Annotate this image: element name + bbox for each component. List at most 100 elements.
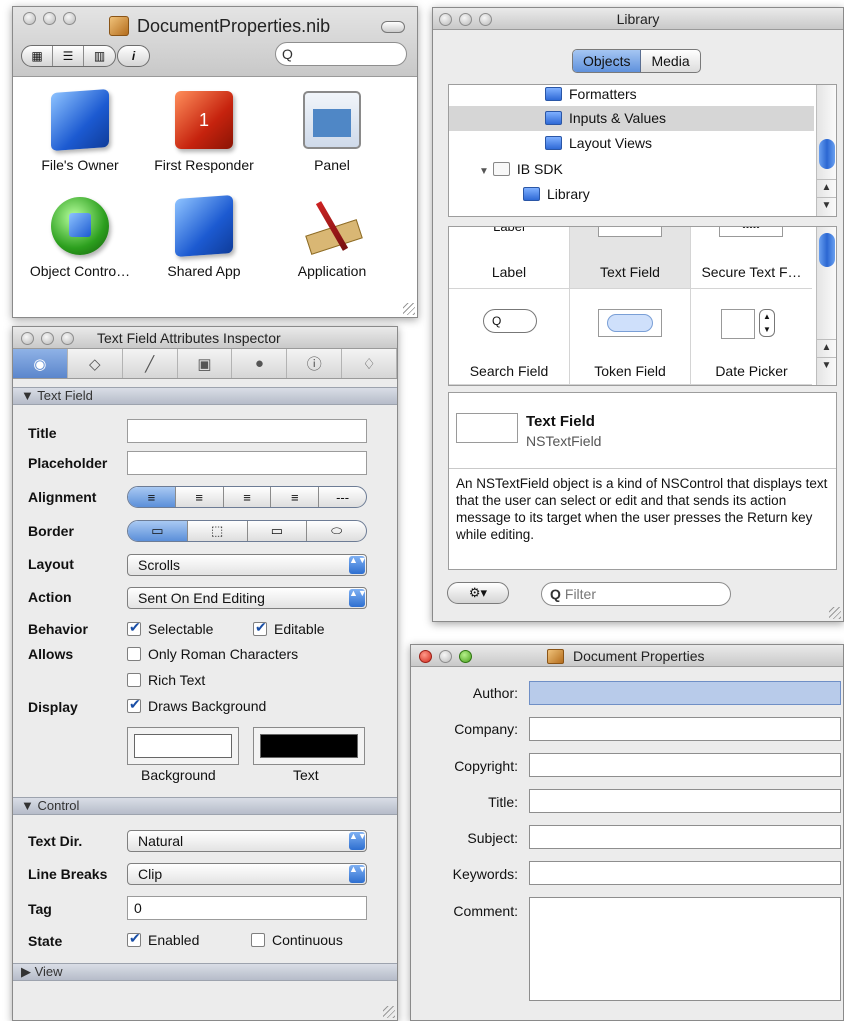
object-controller[interactable]: Object Contro…: [13, 197, 147, 279]
alignment-segmented-control[interactable]: ≡ ≡ ≡ ≡ ---: [127, 486, 367, 508]
background-color-well[interactable]: [127, 727, 239, 765]
only-roman-checkbox[interactable]: Only Roman Characters: [127, 646, 298, 662]
toolbar-toggle-button[interactable]: [381, 21, 405, 33]
column-view-icon[interactable]: ▥: [84, 46, 115, 66]
tree-item-library[interactable]: Library: [449, 182, 814, 207]
identity-tab-icon[interactable]: ⓘ: [287, 349, 343, 378]
scroll-down-arrow-icon[interactable]: ▼: [817, 197, 836, 213]
tree-item-ib-sdk[interactable]: ▼ IB SDK: [449, 157, 814, 182]
connections-tab-icon[interactable]: ●: [232, 349, 288, 378]
editable-checkbox[interactable]: Editable: [253, 619, 325, 637]
object-shared-app[interactable]: Shared App: [137, 194, 271, 279]
close-button[interactable]: [23, 12, 36, 25]
author-field[interactable]: [529, 681, 841, 705]
effects-tab-icon[interactable]: ◇: [68, 349, 123, 378]
nib-search-field[interactable]: Q: [275, 42, 407, 66]
keywords-field[interactable]: [529, 861, 841, 885]
library-item-search-field[interactable]: Q Search Field: [449, 289, 570, 385]
zoom-button[interactable]: [459, 650, 472, 663]
align-justify-icon[interactable]: ≡: [224, 487, 272, 507]
text-dir-popup[interactable]: Natural ▲▼: [127, 830, 367, 852]
layout-popup[interactable]: Scrolls ▲▼: [127, 554, 367, 576]
line-breaks-popup[interactable]: Clip ▲▼: [127, 863, 367, 885]
zoom-button[interactable]: [479, 13, 492, 26]
library-item-label[interactable]: Label Label: [449, 227, 570, 289]
placeholder-input[interactable]: [127, 451, 367, 475]
tree-item-inputs-values[interactable]: Inputs & Values: [449, 106, 814, 131]
title-input[interactable]: [127, 419, 367, 443]
list-view-icon[interactable]: ☰: [53, 46, 84, 66]
align-natural-icon[interactable]: ---: [319, 487, 366, 507]
checkbox-checked-icon[interactable]: [127, 619, 141, 636]
object-files-owner[interactable]: File's Owner: [13, 88, 147, 173]
border-bezel-icon[interactable]: ▭: [248, 521, 308, 541]
object-first-responder[interactable]: 1 First Responder: [137, 91, 271, 173]
tab-media[interactable]: Media: [641, 50, 699, 72]
object-application[interactable]: Application: [265, 197, 399, 279]
library-item-token-field[interactable]: Token Field: [570, 289, 691, 385]
minimize-button[interactable]: [459, 13, 472, 26]
info-button[interactable]: i: [117, 45, 150, 67]
library-filter-input[interactable]: Q Filter: [541, 582, 731, 606]
scroll-thumb[interactable]: [819, 139, 835, 169]
comment-field[interactable]: [529, 897, 841, 1001]
tab-objects[interactable]: Objects: [573, 50, 642, 72]
icon-view-icon[interactable]: ▦: [22, 46, 53, 66]
resize-handle[interactable]: [383, 1006, 395, 1018]
section-text-field[interactable]: ▼ Text Field: [13, 387, 397, 405]
grid-scrollbar[interactable]: ▲ ▼: [816, 227, 836, 385]
enabled-checkbox[interactable]: Enabled: [127, 930, 199, 948]
checkbox-icon[interactable]: [127, 673, 141, 687]
outline-scrollbar[interactable]: ▲ ▼: [816, 85, 836, 216]
continuous-checkbox[interactable]: Continuous: [251, 932, 343, 948]
minimize-button[interactable]: [439, 650, 452, 663]
close-button[interactable]: [419, 650, 432, 663]
info-icon[interactable]: i: [118, 46, 149, 66]
size-tab-icon[interactable]: ╱: [123, 349, 178, 378]
align-center-icon[interactable]: ≡: [176, 487, 224, 507]
selectable-checkbox[interactable]: Selectable: [127, 619, 213, 637]
zoom-button[interactable]: [61, 332, 74, 345]
checkbox-icon[interactable]: [251, 933, 265, 947]
close-button[interactable]: [21, 332, 34, 345]
scroll-thumb[interactable]: [819, 233, 835, 267]
resize-handle[interactable]: [403, 303, 415, 315]
title-field[interactable]: [529, 789, 841, 813]
scroll-up-arrow-icon[interactable]: ▲: [817, 179, 836, 195]
align-left-icon[interactable]: ≡: [128, 487, 176, 507]
border-rounded-icon[interactable]: ⬭: [307, 521, 366, 541]
library-item-text-field[interactable]: Text Field: [570, 227, 691, 289]
gear-menu-button[interactable]: ⚙▾: [447, 582, 509, 604]
zoom-button[interactable]: [63, 12, 76, 25]
applescript-tab-icon[interactable]: ♢: [342, 349, 397, 378]
minimize-button[interactable]: [43, 12, 56, 25]
rich-text-checkbox[interactable]: Rich Text: [127, 672, 205, 688]
attributes-tab-icon[interactable]: ◉: [13, 349, 68, 378]
checkbox-checked-icon[interactable]: [127, 930, 141, 947]
text-color-well[interactable]: [253, 727, 365, 765]
action-popup[interactable]: Sent On End Editing ▲▼: [127, 587, 367, 609]
draws-background-checkbox[interactable]: Draws Background: [127, 696, 266, 714]
object-panel[interactable]: Panel: [265, 91, 399, 173]
library-item-secure-text-field[interactable]: ••••• Secure Text F…: [691, 227, 812, 289]
tag-input[interactable]: 0: [127, 896, 367, 920]
checkbox-checked-icon[interactable]: [253, 619, 267, 636]
checkbox-checked-icon[interactable]: [127, 696, 141, 713]
disclosure-triangle-icon[interactable]: ▼: [479, 166, 489, 177]
section-control[interactable]: ▼ Control: [13, 797, 397, 815]
scroll-up-arrow-icon[interactable]: ▲: [817, 339, 836, 355]
checkbox-icon[interactable]: [127, 647, 141, 661]
copyright-field[interactable]: [529, 753, 841, 777]
bindings-tab-icon[interactable]: ▣: [178, 349, 233, 378]
library-item-date-picker[interactable]: ▲ ▼ Date Picker: [691, 289, 812, 385]
border-segmented-control[interactable]: ▭ ⬚ ▭ ⬭: [127, 520, 367, 542]
close-button[interactable]: [439, 13, 452, 26]
scroll-down-arrow-icon[interactable]: ▼: [817, 357, 836, 373]
tree-item-layout-views[interactable]: Layout Views: [449, 131, 814, 156]
section-view[interactable]: ▶ View: [13, 963, 397, 981]
minimize-button[interactable]: [41, 332, 54, 345]
view-mode-segmented-control[interactable]: ▦ ☰ ▥: [21, 45, 116, 67]
border-none-icon[interactable]: ▭: [128, 521, 188, 541]
tree-item-formatters[interactable]: Formatters: [449, 85, 814, 107]
align-right-icon[interactable]: ≡: [271, 487, 320, 507]
